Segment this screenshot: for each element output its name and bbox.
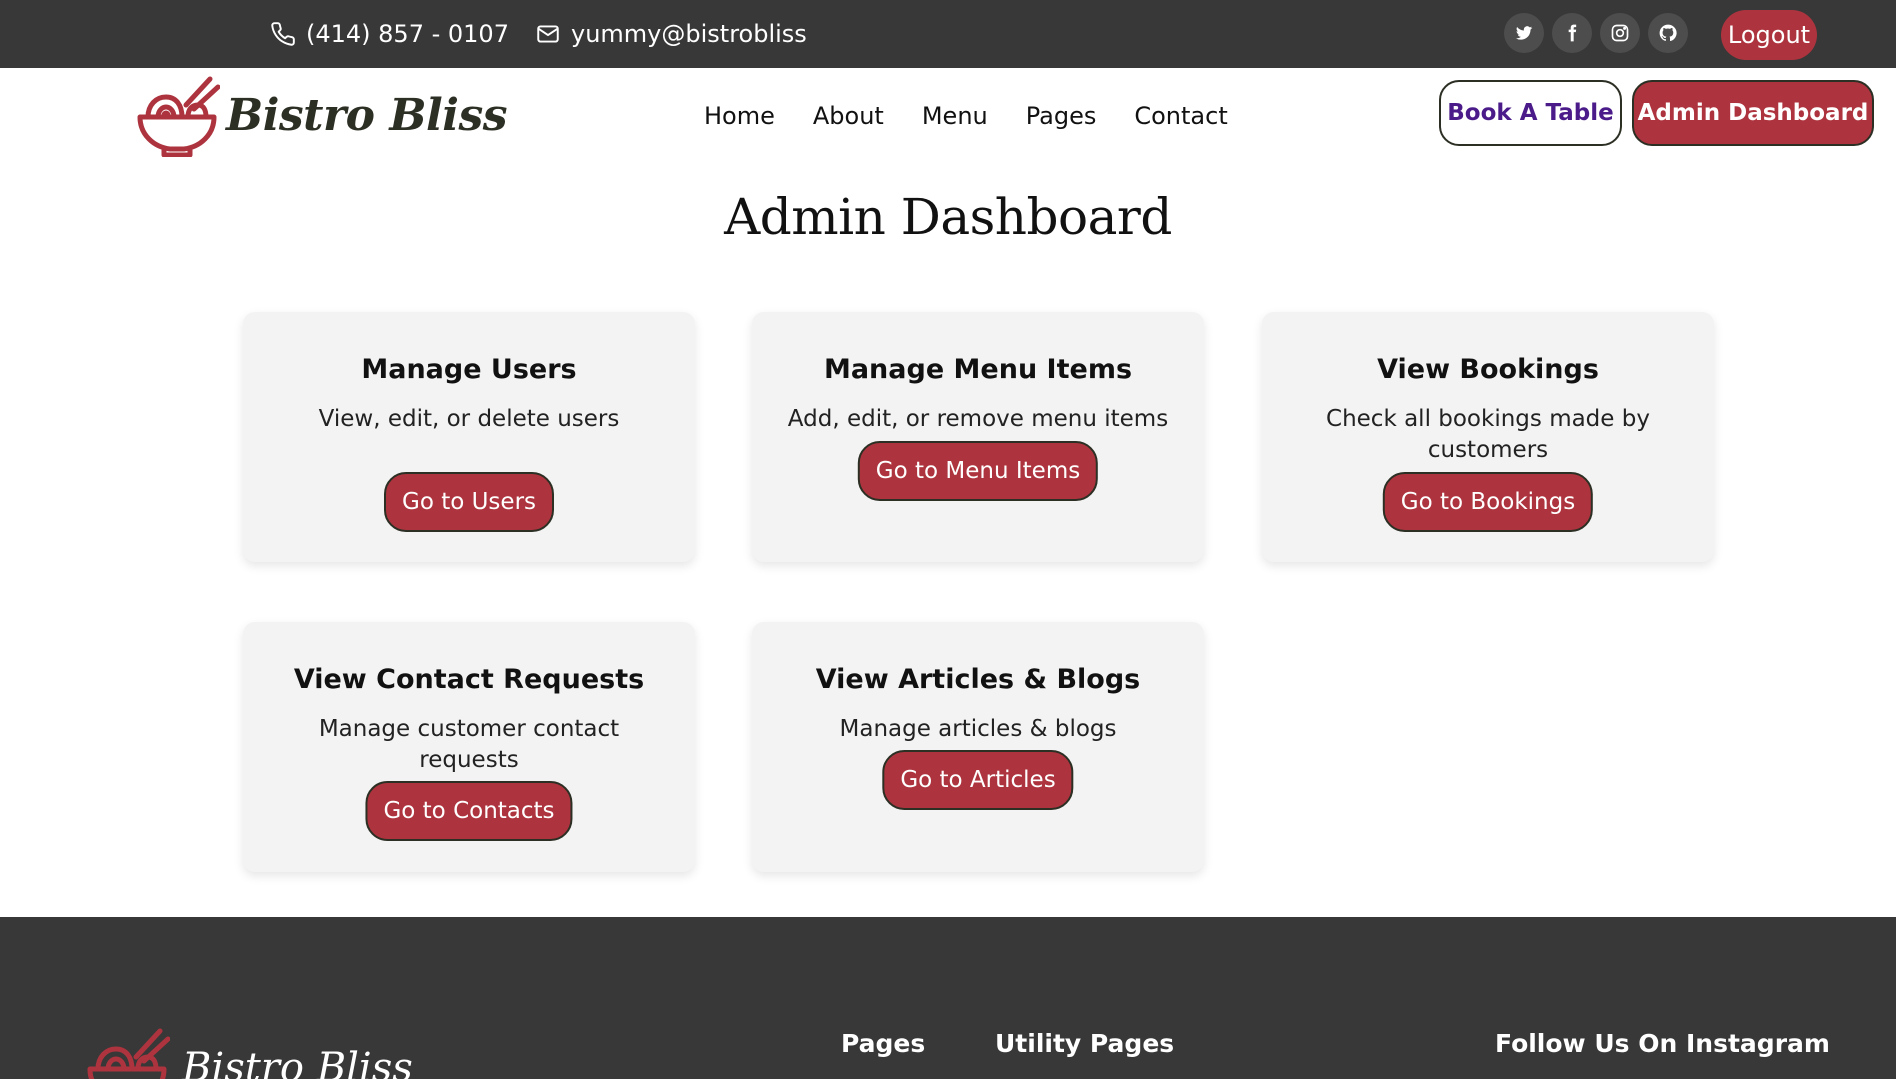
go-to-contacts-button[interactable]: Go to Contacts	[365, 781, 573, 841]
logout-button[interactable]: Logout	[1721, 10, 1817, 60]
card-title: Manage Users	[361, 354, 577, 385]
nav-home[interactable]: Home	[704, 102, 775, 130]
card-title: Manage Menu Items	[823, 354, 1133, 385]
card-description: Add, edit, or remove menu items	[787, 406, 1169, 432]
footer-brand-logo[interactable]: Bistro Bliss	[84, 1027, 413, 1079]
card-title: View Contact Requests	[293, 664, 645, 695]
card-view-bookings: View Bookings Check all bookings made by…	[1262, 312, 1714, 562]
go-to-users-button[interactable]: Go to Users	[383, 472, 555, 532]
brand-logo[interactable]: Bistro Bliss	[134, 68, 508, 163]
brand-name: Bistro Bliss	[226, 90, 508, 141]
card-title: View Articles & Blogs	[815, 664, 1141, 695]
nav-about[interactable]: About	[813, 102, 884, 130]
card-description: View, edit, or delete users	[318, 406, 620, 432]
phone-number: (414) 857 - 0107	[306, 20, 509, 48]
email-address: yummy@bistrobliss	[571, 20, 807, 48]
phone-contact: (414) 857 - 0107	[270, 0, 509, 68]
go-to-menu-items-button[interactable]: Go to Menu Items	[857, 441, 1099, 501]
card-manage-menu-items: Manage Menu Items Add, edit, or remove m…	[752, 312, 1204, 562]
bowl-logo-icon	[137, 76, 220, 157]
footer-utility-heading: Utility Pages	[995, 1029, 1175, 1058]
instagram-icon[interactable]	[1600, 13, 1640, 53]
top-bar: (414) 857 - 0107 yummy@bistrobliss Logou…	[0, 0, 1896, 68]
book-table-button[interactable]: Book A Table	[1439, 80, 1622, 146]
go-to-articles-button[interactable]: Go to Articles	[882, 750, 1074, 810]
card-description: Manage customer contact requests	[318, 716, 620, 773]
phone-icon	[271, 22, 295, 46]
go-to-bookings-button[interactable]: Go to Bookings	[1382, 472, 1594, 532]
main-nav: Home About Menu Pages Contact	[704, 68, 1228, 163]
footer-pages-heading: Pages	[841, 1029, 926, 1058]
email-contact: yummy@bistrobliss	[535, 0, 807, 68]
card-title: View Bookings	[1377, 354, 1599, 385]
nav-pages[interactable]: Pages	[1026, 102, 1097, 130]
twitter-icon[interactable]	[1504, 13, 1544, 53]
mail-icon	[537, 25, 559, 43]
bowl-logo-icon	[87, 1028, 170, 1079]
card-description: Check all bookings made by customers	[1326, 406, 1650, 463]
facebook-icon[interactable]	[1552, 13, 1592, 53]
footer-instagram-heading: Follow Us On Instagram	[1495, 1029, 1830, 1058]
card-description: Manage articles & blogs	[839, 716, 1117, 742]
card-manage-users: Manage Users View, edit, or delete users…	[243, 312, 695, 562]
social-links	[1504, 13, 1688, 53]
card-view-articles-blogs: View Articles & Blogs Manage articles & …	[752, 622, 1204, 872]
site-header: Bistro Bliss Home About Menu Pages Conta…	[0, 68, 1896, 163]
card-view-contact-requests: View Contact Requests Manage customer co…	[243, 622, 695, 872]
nav-contact[interactable]: Contact	[1134, 102, 1227, 130]
site-footer: Bistro Bliss Pages Utility Pages Follow …	[0, 917, 1896, 1079]
github-icon[interactable]	[1648, 13, 1688, 53]
nav-menu[interactable]: Menu	[922, 102, 988, 130]
page-title: Admin Dashboard	[724, 188, 1172, 246]
admin-dashboard-button[interactable]: Admin Dashboard	[1632, 80, 1874, 146]
footer-brand-name: Bistro Bliss	[182, 1045, 413, 1079]
